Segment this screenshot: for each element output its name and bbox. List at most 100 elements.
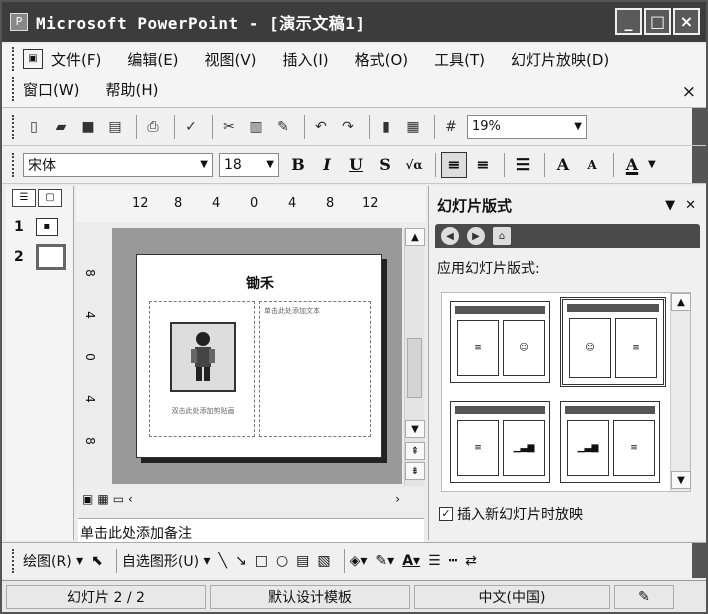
scroll-up-icon[interactable]: ▲ xyxy=(671,293,691,311)
font-size-select[interactable]: 18 ▼ xyxy=(219,152,279,177)
bullets-icon[interactable]: ☰ xyxy=(510,152,536,178)
next-slide-icon[interactable]: ⇟ xyxy=(405,462,425,480)
line-icon[interactable]: ╲ xyxy=(219,553,227,569)
menu-view[interactable]: 视图(V) xyxy=(205,49,257,70)
toolbar-overflow[interactable] xyxy=(692,146,706,183)
slide-thumbnail[interactable]: 1 ▪ xyxy=(6,218,73,236)
minimize-button[interactable]: _ xyxy=(615,8,642,35)
slide-thumbnail-selected[interactable]: 2 xyxy=(6,244,73,270)
menu-edit[interactable]: 编辑(E) xyxy=(127,49,178,70)
menu-insert[interactable]: 插入(I) xyxy=(283,49,329,70)
spelling-icon[interactable]: ✓ xyxy=(180,116,202,138)
line-color-icon[interactable]: ✎▾ xyxy=(375,553,394,569)
scroll-down-icon[interactable]: ▼ xyxy=(671,471,691,489)
font-color-button[interactable]: A xyxy=(619,152,645,178)
menu-tools[interactable]: 工具(T) xyxy=(434,49,485,70)
layout-clipart-text-selected[interactable]: ☺ ≡ xyxy=(560,297,666,387)
fill-color-icon[interactable]: ◈▾ xyxy=(350,553,368,569)
scroll-right-icon[interactable]: › xyxy=(395,492,400,506)
underline-button[interactable]: U xyxy=(343,152,369,178)
undo-icon[interactable]: ↶ xyxy=(310,116,332,138)
powerpoint-app-icon[interactable]: P xyxy=(10,13,28,31)
font-name-select[interactable]: 宋体 ▼ xyxy=(23,152,213,177)
slide-vertical-scrollbar[interactable]: ▲ ▼ ⇞ ⇟ xyxy=(404,228,425,486)
align-center-icon[interactable]: ≡ xyxy=(470,152,496,178)
rectangle-icon[interactable]: □ xyxy=(255,553,268,569)
normal-view-icon[interactable]: ▣ xyxy=(82,492,93,506)
grid-icon[interactable]: # xyxy=(440,116,462,138)
slides-tab[interactable]: ▢ xyxy=(38,189,62,207)
save-icon[interactable]: ■ xyxy=(77,116,99,138)
print-icon[interactable]: ⎙ xyxy=(142,116,164,138)
draw-menu-button[interactable]: 绘图(R) ▾ xyxy=(23,551,83,571)
title-bar[interactable]: P Microsoft PowerPoint - [演示文稿1] _ □ × xyxy=(2,2,706,42)
slideshow-view-icon[interactable]: ▭ xyxy=(113,492,124,506)
scroll-left-icon[interactable]: ‹ xyxy=(128,492,133,506)
open-icon[interactable]: ▰ xyxy=(50,116,72,138)
previous-slide-icon[interactable]: ⇞ xyxy=(405,442,425,460)
menu-help[interactable]: 帮助(H) xyxy=(106,79,159,100)
menu-format[interactable]: 格式(O) xyxy=(355,49,409,70)
new-icon[interactable]: ▯ xyxy=(23,116,45,138)
select-pointer-icon[interactable]: ⬉ xyxy=(91,553,103,569)
font-color-icon[interactable]: A▾ xyxy=(402,553,420,569)
slide-sorter-icon[interactable]: ▦ xyxy=(97,492,108,506)
toolbar-grip[interactable] xyxy=(12,114,15,139)
toolbar-grip[interactable] xyxy=(12,548,15,573)
document-menu-icon[interactable]: ▣ xyxy=(23,49,43,69)
equation-icon[interactable]: √α xyxy=(401,152,427,178)
slide-title[interactable]: 锄禾 xyxy=(137,273,383,293)
task-pane-menu-icon[interactable]: ▼ xyxy=(665,198,675,213)
close-button[interactable]: × xyxy=(673,8,700,35)
paste-icon[interactable]: ▥ xyxy=(245,116,267,138)
toolbar-overflow[interactable] xyxy=(692,543,706,578)
back-icon[interactable]: ◀ xyxy=(441,227,459,245)
increase-font-button[interactable]: A xyxy=(550,152,576,178)
align-left-icon[interactable]: ≡ xyxy=(441,151,467,178)
line-style-icon[interactable]: ☰ xyxy=(428,553,441,569)
arrow-icon[interactable]: ↘ xyxy=(235,553,247,569)
oval-icon[interactable]: ○ xyxy=(276,553,288,569)
layout-text-clipart[interactable]: ≡ ☺ xyxy=(450,301,550,383)
scroll-up-icon[interactable]: ▲ xyxy=(405,228,425,246)
layout-text-chart[interactable]: ≡ ▁▃▆ xyxy=(450,401,550,483)
maximize-button[interactable]: □ xyxy=(644,8,671,35)
document-close-button[interactable]: × xyxy=(682,82,696,102)
textbox-icon[interactable]: ▤ xyxy=(296,553,309,569)
text-placeholder[interactable]: 单击此处添加文本 xyxy=(259,301,371,437)
arrow-style-icon[interactable]: ⇄ xyxy=(465,553,477,569)
dash-style-icon[interactable]: ┅ xyxy=(449,553,457,569)
format-painter-icon[interactable]: ✎ xyxy=(272,116,294,138)
show-on-insert-option[interactable]: ✓ 插入新幻灯片时放映 xyxy=(439,504,583,524)
show-on-insert-checkbox[interactable]: ✓ xyxy=(439,507,453,521)
bold-button[interactable]: B xyxy=(285,152,311,178)
toolbar-overflow[interactable] xyxy=(692,108,706,145)
notes-pane[interactable]: 单击此处添加备注 xyxy=(78,518,424,544)
menu-window[interactable]: 窗口(W) xyxy=(23,79,80,100)
zoom-select[interactable]: 19% ▼ xyxy=(467,114,587,139)
autoshapes-button[interactable]: 自选图形(U) ▾ xyxy=(122,551,211,571)
task-pane-close-icon[interactable]: ✕ xyxy=(685,198,696,213)
italic-button[interactable]: I xyxy=(314,152,340,178)
chevron-down-icon[interactable]: ▼ xyxy=(648,159,656,170)
home-icon[interactable]: ⌂ xyxy=(493,227,511,245)
permission-icon[interactable]: ▤ xyxy=(104,116,126,138)
menu-grip-2[interactable] xyxy=(12,77,15,101)
clipart-placeholder[interactable]: 双击此处添加剪贴画 xyxy=(149,301,255,437)
scroll-thumb[interactable] xyxy=(407,338,422,398)
menu-grip[interactable] xyxy=(12,47,15,71)
insert-chart-icon[interactable]: ▮ xyxy=(375,116,397,138)
scroll-down-icon[interactable]: ▼ xyxy=(405,420,425,438)
clipart-icon[interactable] xyxy=(170,322,236,392)
spelling-status-icon[interactable]: ✎ xyxy=(614,584,674,609)
redo-icon[interactable]: ↷ xyxy=(337,116,359,138)
toolbar-grip[interactable] xyxy=(12,152,15,177)
shadow-button[interactable]: S xyxy=(372,152,398,178)
menu-slideshow[interactable]: 幻灯片放映(D) xyxy=(511,49,609,70)
decrease-font-button[interactable]: A xyxy=(579,152,605,178)
gallery-scrollbar[interactable]: ▲ ▼ xyxy=(670,293,691,491)
forward-icon[interactable]: ▶ xyxy=(467,227,485,245)
slide-canvas[interactable]: 锄禾 双击此处添加剪贴画 单击此处添加文本 xyxy=(136,254,382,458)
outline-tab[interactable]: ☰ xyxy=(12,189,36,207)
layout-chart-text[interactable]: ▁▃▆ ≡ xyxy=(560,401,660,483)
